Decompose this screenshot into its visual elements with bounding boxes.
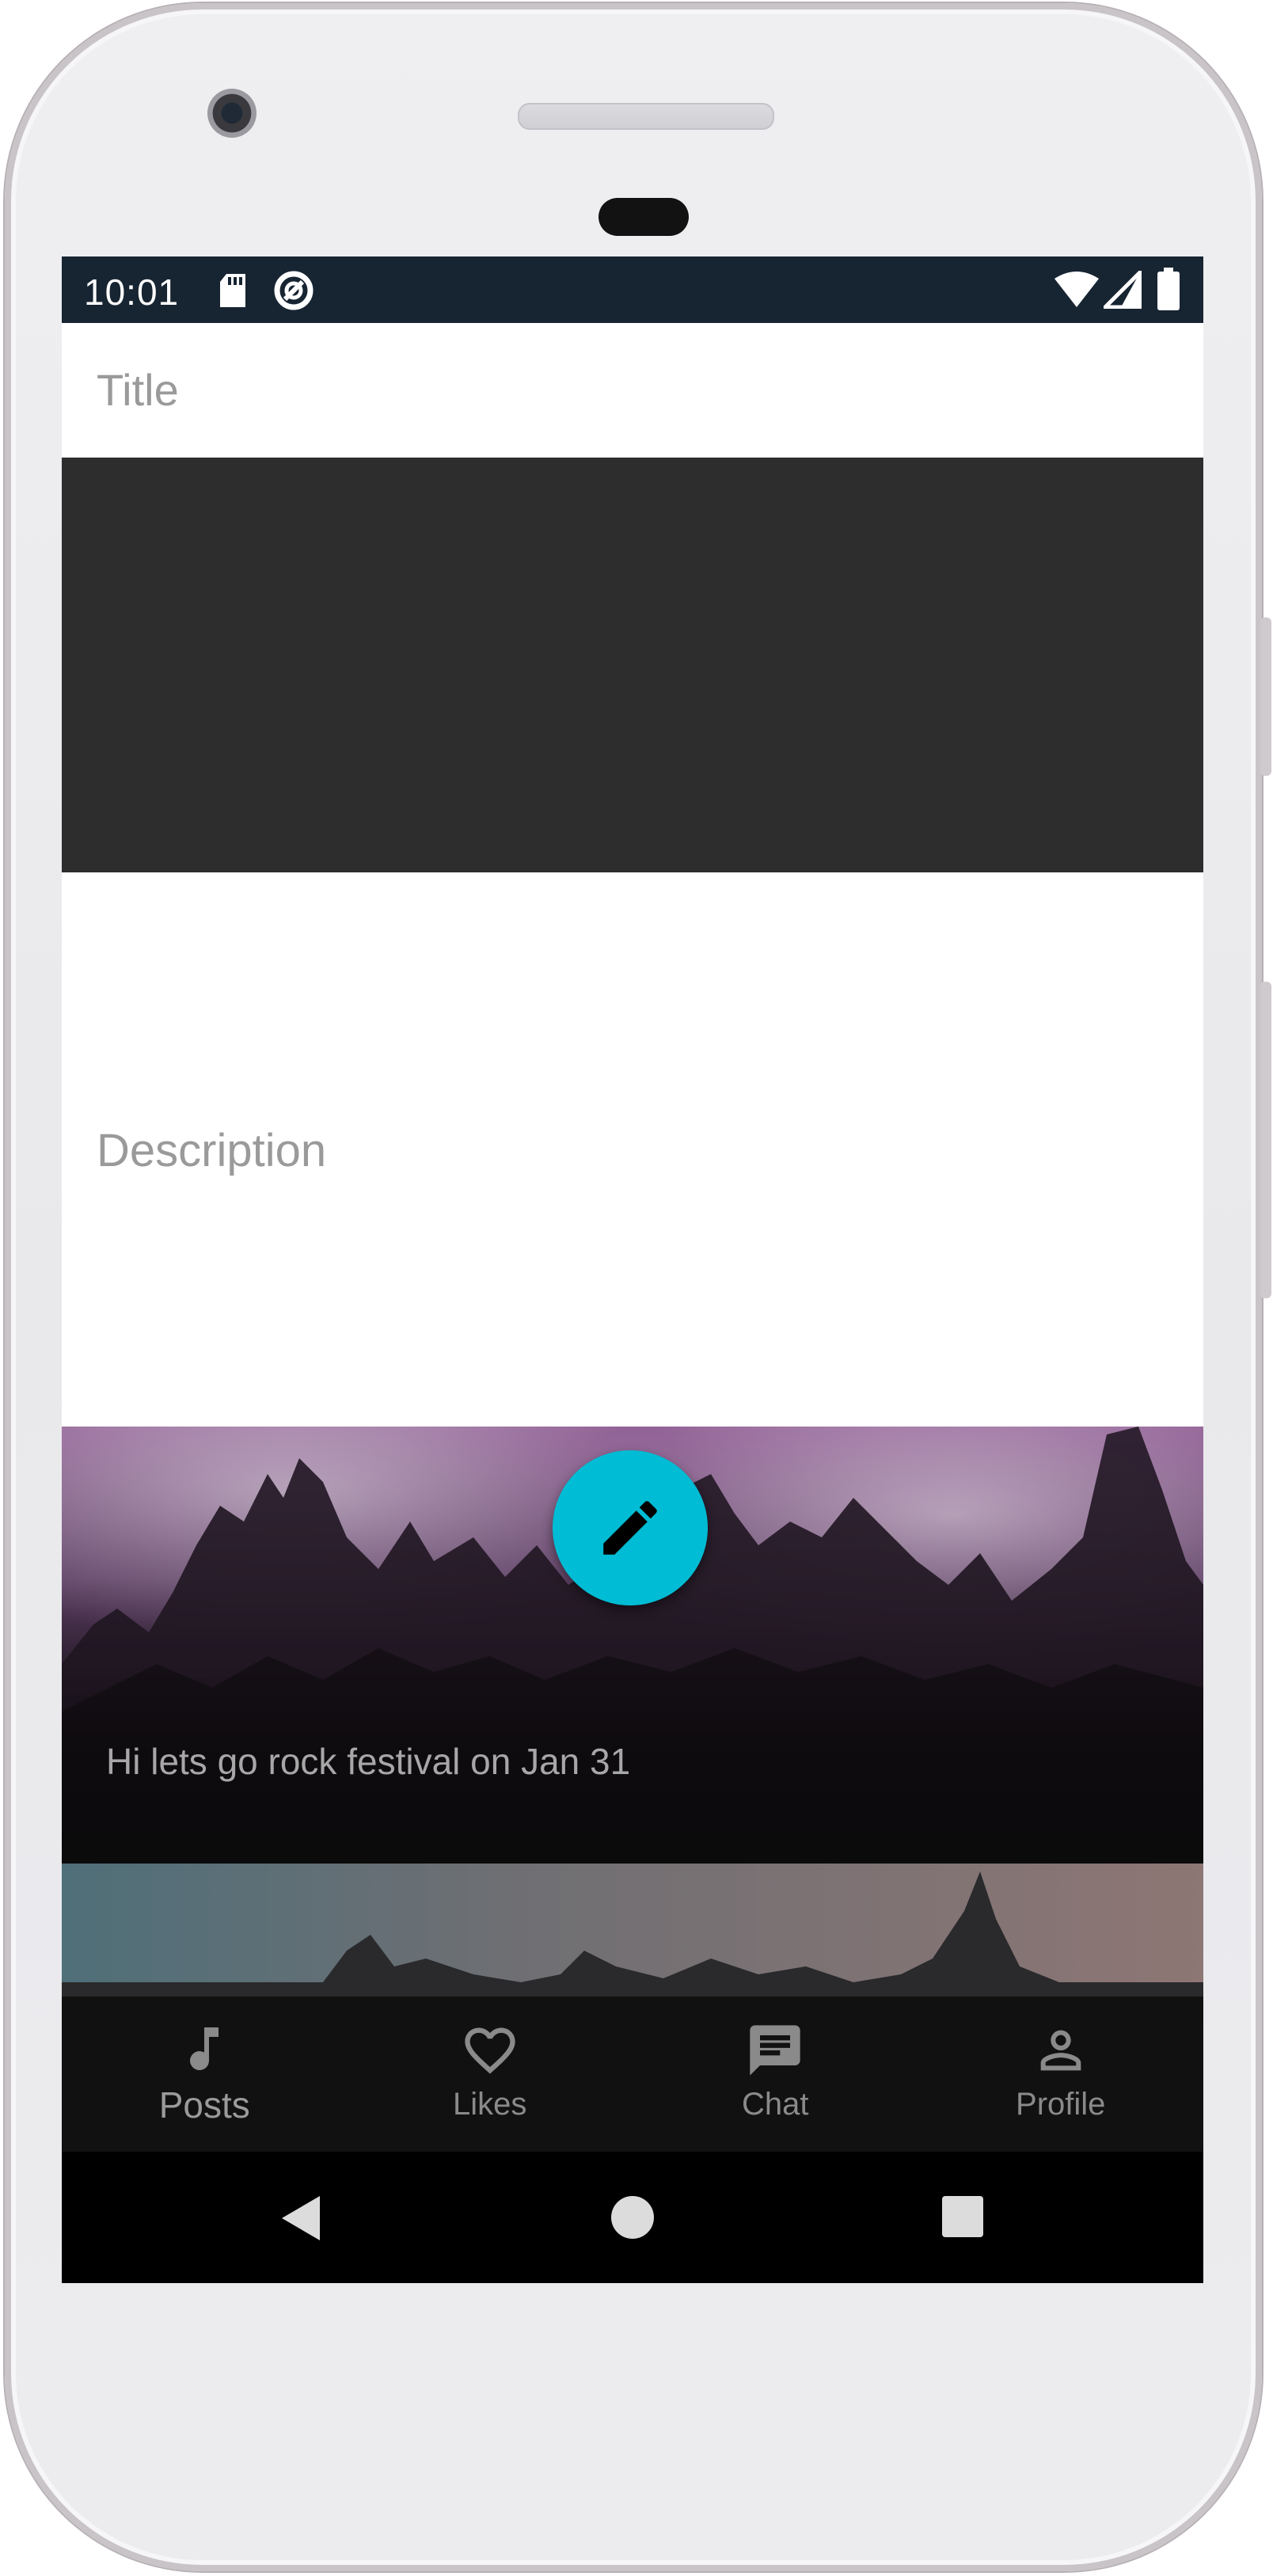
heart-icon [465,2027,515,2074]
recents-icon[interactable] [939,2193,986,2240]
volume-button [1260,982,1271,1298]
home-icon[interactable] [608,2193,657,2242]
cell-signal-icon [1104,271,1142,309]
nav-label-posts: Posts [158,2084,250,2126]
status-bar: 10:01 [62,256,1203,323]
nav-item-profile[interactable]: Profile [918,1997,1204,2152]
system-navigation-bar [62,2152,1203,2283]
concert-crowd-image [62,1864,1203,1997]
back-icon[interactable] [277,2193,328,2244]
nav-label-likes: Likes [453,2087,527,2122]
description-placeholder: Description [97,1125,327,1176]
front-camera [207,89,256,138]
bottom-navigation: Posts Likes Chat Profile [62,1997,1203,2152]
battery-icon [1157,268,1180,310]
pencil-icon [603,1501,657,1555]
power-button [1260,617,1271,776]
post-card[interactable] [62,1864,1203,1997]
status-time: 10:01 [84,272,180,313]
nav-label-profile: Profile [1016,2087,1106,2122]
nav-item-chat[interactable]: Chat [633,1997,918,2152]
image-preview[interactable] [62,458,1203,872]
post-caption: Hi lets go rock festival on Jan 31 [106,1741,631,1782]
nav-item-likes[interactable]: Likes [348,1997,633,2152]
data-saver-icon [274,271,314,310]
earpiece-speaker [518,103,774,130]
nav-item-posts[interactable]: Posts [62,1997,348,2152]
edit-fab-button[interactable] [553,1450,708,1605]
app-screen: 10:01 Title Description Hi lets go rock … [62,256,1203,2283]
chat-bubble-icon [750,2025,800,2076]
proximity-sensor [598,198,689,236]
person-icon [1040,2030,1081,2071]
sd-card-icon [220,274,245,307]
wifi-icon [1054,272,1099,307]
description-input[interactable]: Description [62,872,1203,1427]
music-note-icon [190,2027,219,2071]
title-input[interactable]: Title [62,323,1203,456]
nav-label-chat: Chat [742,2087,809,2122]
title-placeholder: Title [97,365,179,415]
